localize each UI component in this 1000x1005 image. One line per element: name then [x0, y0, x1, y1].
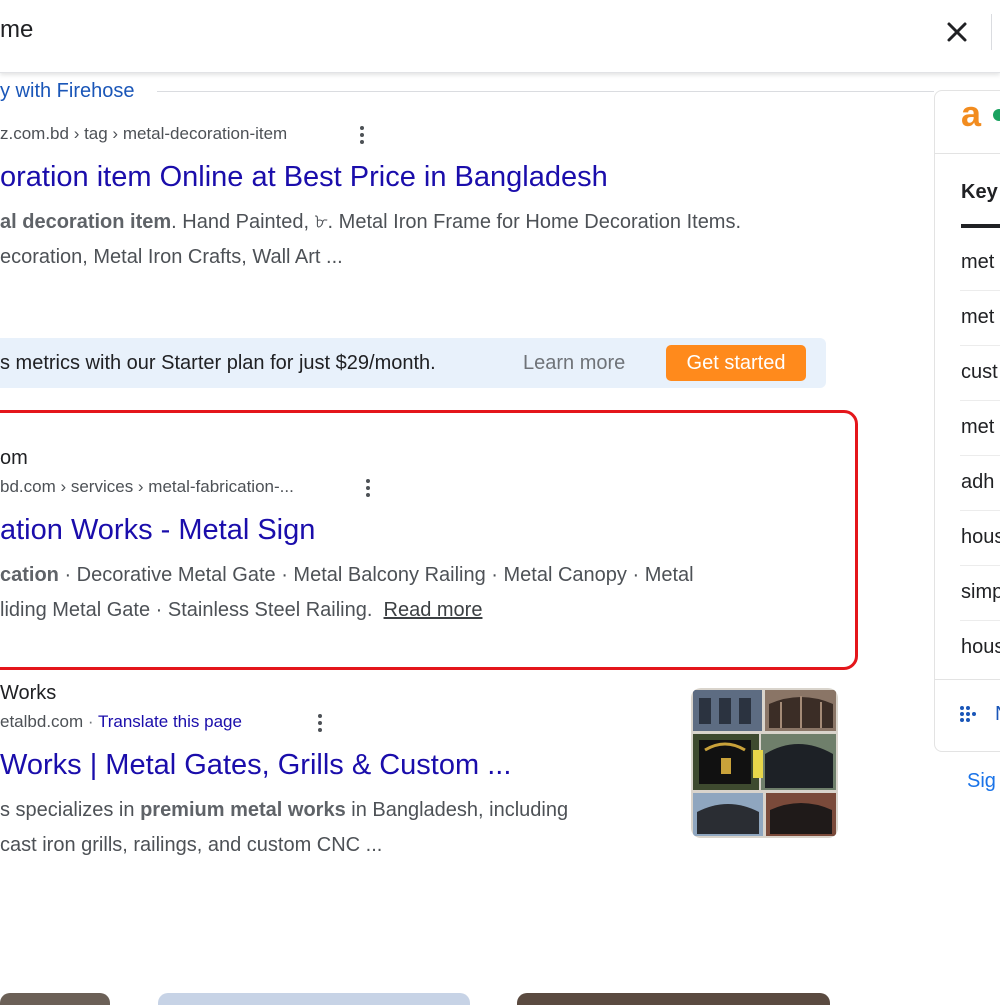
keyword-item[interactable]: met: [961, 306, 994, 329]
result-3-site-name: Works: [0, 682, 57, 704]
keyword-divider: [960, 565, 1000, 566]
get-started-button[interactable]: Get started: [666, 345, 806, 381]
keyword-item[interactable]: cust: [961, 361, 998, 384]
result-3-snippet-rest: in Bangladesh, including: [345, 799, 569, 821]
result-3-breadcrumb: etalbd.com · Translate this page: [0, 712, 242, 732]
learn-more-link[interactable]: Learn more: [523, 352, 625, 375]
close-icon: [947, 22, 967, 42]
image-result-thumbnail[interactable]: [158, 993, 470, 1005]
more-vert-icon: [360, 126, 364, 144]
result-2-title[interactable]: ation Works - Metal Sign: [0, 514, 315, 547]
result-1-snippet-line2: ecoration, Metal Iron Crafts, Wall Art .…: [0, 246, 343, 268]
result-2-site-name: om: [0, 447, 28, 469]
search-bar-divider: [991, 14, 992, 50]
promo-text: s metrics with our Starter plan for just…: [0, 352, 436, 374]
panel-footer-button[interactable]: [959, 705, 981, 728]
translate-page-link[interactable]: Translate this page: [98, 712, 242, 731]
image-result-thumbnail[interactable]: [0, 993, 110, 1005]
panel-logo: a: [961, 93, 982, 134]
result-2-snippet-line1: cation · Decorative Metal Gate · Metal B…: [0, 558, 694, 593]
keyword-divider: [960, 400, 1000, 401]
panel-footer-label[interactable]: N: [995, 703, 1000, 726]
search-bar: me: [0, 0, 1000, 73]
firehose-divider: [157, 91, 934, 92]
keyword-item[interactable]: met: [961, 416, 994, 439]
keyword-item[interactable]: simp: [961, 581, 1000, 604]
result-1-breadcrumb[interactable]: z.com.bd › tag › metal-decoration-item: [0, 124, 287, 144]
result-2-snippet-line2-text: liding Metal Gate · Stainless Steel Rail…: [0, 599, 373, 621]
firehose-link[interactable]: y with Firehose: [0, 80, 147, 103]
result-2-snippet-line2: liding Metal Gate · Stainless Steel Rail…: [0, 593, 482, 628]
keyword-divider: [960, 510, 1000, 511]
result-1-snippet-rest: . Hand Painted, ৮. Metal Iron Frame for …: [171, 211, 742, 233]
result-3-more-button[interactable]: [310, 710, 330, 736]
result-3-url[interactable]: etalbd.com: [0, 712, 83, 731]
keyword-divider: [960, 345, 1000, 346]
apps-grid-icon: [960, 706, 976, 722]
keyword-divider: [960, 455, 1000, 456]
result-2-snippet-rest: · Decorative Metal Gate · Metal Balcony …: [58, 564, 694, 586]
result-3-title[interactable]: Works | Metal Gates, Grills & Custom ...: [0, 749, 511, 782]
result-1-snippet-bold: al decoration item: [0, 211, 172, 233]
result-3-thumbnail[interactable]: [691, 688, 838, 838]
keyword-side-panel: a Key met met cust met adh hous simp hou…: [934, 90, 1000, 752]
image-result-thumbnail[interactable]: [517, 993, 830, 1005]
clear-search-button[interactable]: [940, 14, 974, 50]
result-1-snippet-line1: al decoration item. Hand Painted, ৮. Met…: [0, 205, 741, 240]
read-more-link[interactable]: Read more: [384, 599, 483, 621]
keyword-item[interactable]: adh: [961, 471, 994, 494]
result-2-breadcrumb[interactable]: bd.com › services › metal-fabrication-..…: [0, 477, 294, 497]
panel-tab-indicator: [961, 224, 1000, 228]
panel-divider: [935, 679, 1000, 680]
result-3-snippet-line2: cast iron grills, railings, and custom C…: [0, 834, 383, 856]
more-vert-icon: [366, 479, 370, 497]
panel-divider: [935, 153, 1000, 154]
result-2-snippet-bold: cation: [0, 564, 59, 586]
result-3-snippet-pre: s specializes in: [0, 799, 141, 821]
result-1-more-button[interactable]: [352, 122, 372, 148]
result-1-title[interactable]: oration item Online at Best Price in Ban…: [0, 161, 608, 194]
breadcrumb-dot: ·: [87, 712, 98, 731]
result-3-snippet-line1: s specializes in premium metal works in …: [0, 793, 568, 828]
search-input[interactable]: me: [0, 16, 33, 44]
keyword-item[interactable]: met: [961, 251, 994, 274]
result-3-snippet-bold: premium metal works: [140, 799, 346, 821]
panel-heading: Key: [961, 181, 998, 203]
more-vert-icon: [318, 714, 322, 732]
promo-banner: s metrics with our Starter plan for just…: [0, 338, 826, 388]
result-2-more-button[interactable]: [358, 475, 378, 501]
metal-gate-image: [691, 688, 838, 838]
keyword-item[interactable]: hous: [961, 636, 1000, 659]
sign-in-link[interactable]: Sig: [967, 770, 996, 793]
keyword-item[interactable]: hous: [961, 526, 1000, 549]
keyword-divider: [960, 620, 1000, 621]
panel-logo-dot: [993, 109, 1000, 121]
keyword-divider: [960, 290, 1000, 291]
